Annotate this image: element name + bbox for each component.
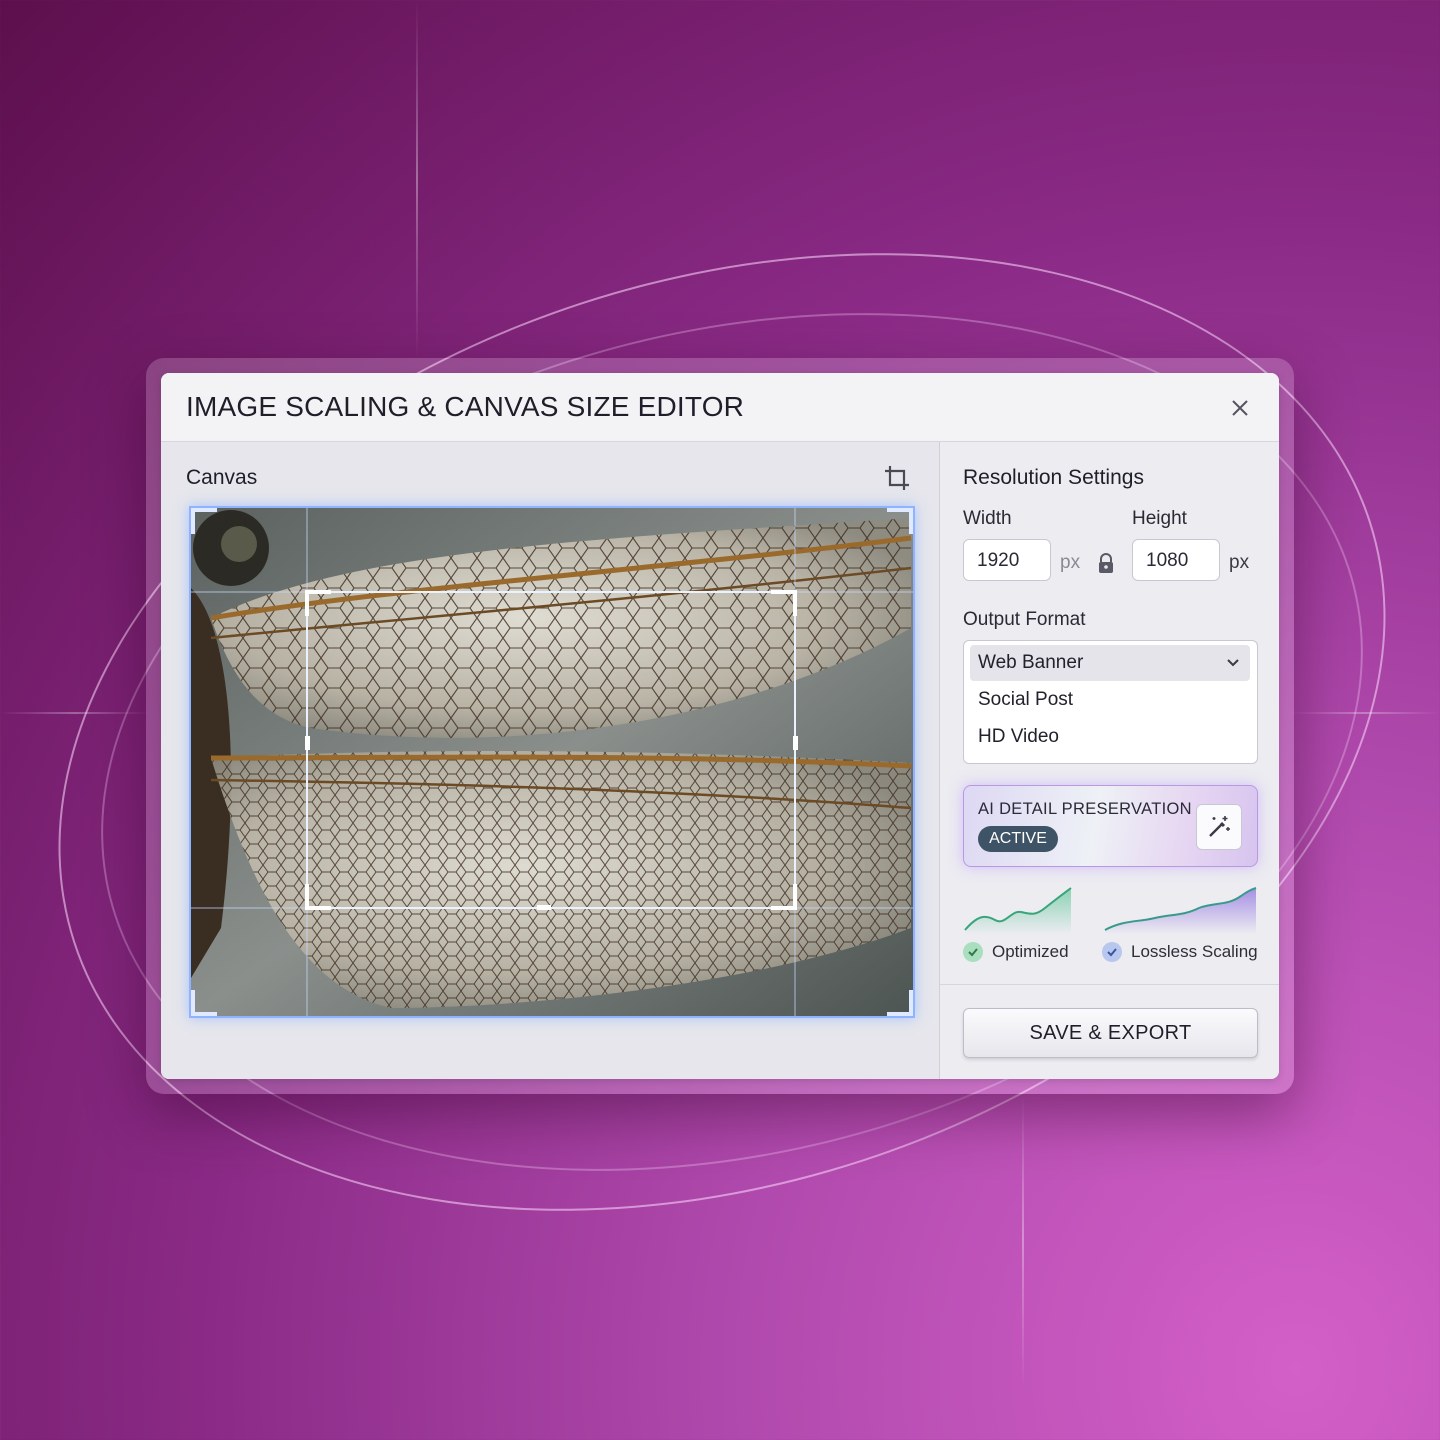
save-export-button[interactable]: SAVE & EXPORT (963, 1008, 1258, 1058)
width-input[interactable]: 1920 (963, 539, 1051, 581)
output-format-dropdown[interactable]: Web Banner Social Post HD Video (963, 640, 1258, 764)
editor-dialog: IMAGE SCALING & CANVAS SIZE EDITOR Canva… (161, 373, 1279, 1079)
background-glint (1290, 712, 1440, 714)
background-glint (1022, 1090, 1024, 1390)
format-option-label: Web Banner (978, 652, 1084, 673)
canvas-corner-handle[interactable] (887, 990, 913, 1016)
optimized-check (963, 942, 983, 962)
format-option-selected[interactable]: Web Banner (970, 645, 1250, 681)
dialog-title: IMAGE SCALING & CANVAS SIZE EDITOR (186, 391, 745, 422)
title-bar: IMAGE SCALING & CANVAS SIZE EDITOR (161, 373, 1279, 442)
canvas-corner-handle[interactable] (191, 990, 217, 1016)
ai-detail-preservation-card: AI DETAIL PRESERVATION ACTIVE (963, 785, 1258, 867)
width-label: Width (963, 508, 1012, 529)
background-glint (0, 712, 150, 714)
image-canvas[interactable] (189, 506, 915, 1018)
canvas-corner-handle[interactable] (887, 508, 913, 534)
lossless-sparkline (1104, 887, 1257, 934)
height-unit: px (1229, 552, 1250, 573)
resolution-heading: Resolution Settings (963, 466, 1144, 489)
canvas-corner-handle[interactable] (191, 508, 217, 534)
lock-icon (1099, 553, 1113, 573)
ai-toggle-button[interactable] (1196, 804, 1242, 850)
output-format-label: Output Format (963, 609, 1086, 630)
format-option[interactable]: HD Video (978, 726, 1059, 748)
magic-wand-icon (1209, 816, 1230, 837)
width-unit: px (1060, 552, 1081, 573)
background-glint (416, 0, 418, 360)
canvas-pane: Canvas (161, 442, 939, 1079)
crop-icon (885, 466, 909, 490)
optimized-label: Optimized (992, 942, 1069, 961)
close-icon (1232, 400, 1248, 416)
height-input[interactable]: 1080 (1132, 539, 1220, 581)
lossless-check (1102, 942, 1122, 962)
canvas-label: Canvas (186, 466, 258, 489)
section-divider (940, 984, 1279, 985)
format-option[interactable]: Social Post (978, 689, 1073, 711)
ai-detail-title: AI DETAIL PRESERVATION (978, 800, 1192, 818)
settings-pane: Resolution Settings Width Height 1920 px… (940, 442, 1279, 1079)
status-badge: ACTIVE (978, 826, 1058, 852)
close-button[interactable] (1225, 393, 1255, 423)
optimized-sparkline (964, 887, 1072, 934)
lossless-label: Lossless Scaling (1131, 942, 1258, 961)
check-icon (1107, 948, 1117, 957)
chevron-down-icon (1227, 659, 1239, 667)
check-icon (968, 948, 978, 957)
crop-tool-button[interactable] (883, 464, 911, 492)
height-label: Height (1132, 508, 1187, 529)
aspect-lock-button[interactable] (1095, 552, 1117, 574)
dragonfly-wing-image (191, 508, 913, 1016)
